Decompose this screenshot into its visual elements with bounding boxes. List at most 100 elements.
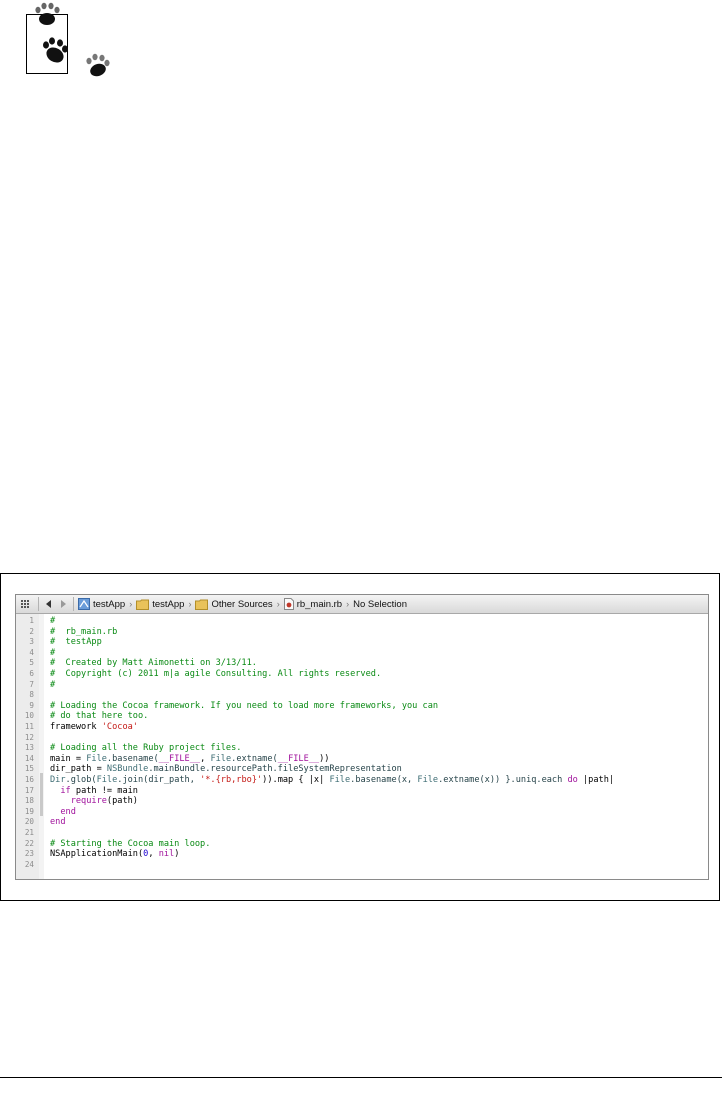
line-number: 4 [29, 647, 34, 657]
code-token: '*.{rb,rbo}' [200, 775, 263, 785]
breadcrumb-label: No Selection [353, 598, 407, 610]
line-source: # Copyright (c) 2011 m|a agile Consultin… [50, 669, 381, 680]
code-token: __FILE__ [158, 753, 201, 764]
breadcrumb-label: rb_main.rb [296, 598, 343, 610]
code-token: # [50, 679, 56, 690]
breadcrumb-group-other-sources[interactable]: Other Sources [194, 595, 273, 613]
related-items-icon[interactable] [20, 599, 30, 609]
line-number: 1 [29, 616, 34, 625]
code-line: 21 [16, 828, 708, 839]
line-number: 24 [24, 859, 34, 869]
folder-icon [136, 599, 150, 610]
code-token: ) [174, 849, 180, 860]
line-source: # rb_main.rb [50, 627, 117, 638]
code-line: 14 main = File.basename(__FILE__, File.ex… [16, 754, 708, 765]
code-token: Dir [50, 775, 66, 785]
breadcrumb-project[interactable]: testApp [77, 595, 126, 613]
line-source: # [50, 648, 55, 659]
code-line: 23 NSApplicationMain(0, nil) [16, 849, 708, 860]
code-token: .glob( [65, 775, 97, 785]
line-number: 14 [24, 753, 34, 763]
line-source: # Starting the Cocoa main loop. [50, 839, 210, 850]
line-source: # Loading all the Ruby project files. [50, 743, 241, 754]
xcode-project-icon [78, 598, 90, 610]
code-token: NSApplicationMain( [50, 849, 144, 860]
code-token: # testApp [50, 637, 102, 648]
breadcrumb-label: testApp [93, 598, 126, 610]
code-token: |path| [577, 775, 615, 785]
code-line: 13 # Loading all the Ruby project files. [16, 743, 708, 754]
line-number: 23 [24, 849, 34, 859]
line-number: 18 [24, 796, 34, 806]
line-source: main = File.basename(__FILE__, File.extn… [50, 754, 329, 765]
code-token: framework [50, 722, 102, 732]
code-token: , [200, 753, 211, 764]
line-number: 16 [24, 775, 34, 784]
jump-bar: testApp › testApp › Other Sources › rb_m… [16, 595, 708, 614]
code-line: 2 # rb_main.rb [16, 627, 708, 638]
back-arrow-icon[interactable] [42, 597, 56, 611]
breadcrumb-label: Other Sources [211, 598, 273, 610]
code-editor: testApp › testApp › Other Sources › rb_m… [15, 594, 709, 880]
line-source: end [50, 807, 76, 818]
code-token: # Created by Matt Aimonetti on 3/13/11. [50, 658, 257, 669]
line-source: # do that here too. [50, 711, 148, 722]
code-line: 4 # [16, 648, 708, 659]
breadcrumb-symbol[interactable]: No Selection [352, 595, 408, 613]
chevron-right-icon: › [276, 599, 280, 609]
code-token: # [50, 616, 56, 626]
line-source: end [50, 817, 66, 828]
code-token: end [60, 806, 76, 817]
code-token: # [50, 647, 56, 658]
line-number: 17 [24, 785, 34, 795]
code-line: 5 # Created by Matt Aimonetti on 3/13/11. [16, 658, 708, 669]
code-token: # Starting the Cocoa main loop. [50, 838, 211, 849]
code-line: 16 Dir.glob(File.join(dir_path, '*.{rb,rb… [16, 775, 708, 786]
line-source: # testApp [50, 637, 102, 648]
code-token: NSBundle [106, 764, 149, 775]
code-token: if [60, 785, 71, 796]
code-line: 24 [16, 860, 708, 871]
code-token: nil [158, 849, 175, 860]
line-source: # Created by Matt Aimonetti on 3/13/11. [50, 658, 257, 669]
breadcrumb-group-testapp[interactable]: testApp [135, 595, 185, 613]
line-source: require(path) [50, 796, 138, 807]
code-token: .mainBundle.resourcePath.fileSystemRepre… [148, 764, 402, 775]
code-line: 20 end [16, 817, 708, 828]
screenshot-figure: testApp › testApp › Other Sources › rb_m… [0, 573, 720, 901]
code-line: 17 if path != main [16, 786, 708, 797]
code-token: .extname(x)) }.uniq.each [438, 775, 568, 785]
page-footer-rule [0, 1077, 722, 1078]
code-token: File [210, 753, 232, 764]
code-token: end [50, 817, 66, 828]
line-number: 22 [24, 838, 34, 848]
line-source: # Loading the Cocoa framework. If you ne… [50, 701, 438, 712]
code-line: 8 [16, 690, 708, 701]
code-line: 10 # do that here too. [16, 711, 708, 722]
code-line: 6 # Copyright (c) 2011 m|a agile Consulti… [16, 669, 708, 680]
code-token: File [96, 775, 118, 785]
code-line: 11 framework 'Cocoa' [16, 722, 708, 733]
code-token: dir_path = [50, 764, 107, 775]
line-source: # [50, 616, 55, 627]
code-line: 22 # Starting the Cocoa main loop. [16, 839, 708, 850]
line-number: 21 [24, 828, 34, 837]
line-source: framework 'Cocoa' [50, 722, 138, 733]
code-token: .basename( [106, 753, 159, 764]
code-token: (path) [106, 796, 138, 807]
code-line: 15 dir_path = NSBundle.mainBundle.resourc… [16, 764, 708, 775]
breadcrumb-label: testApp [152, 598, 185, 610]
code-token: )) [319, 753, 330, 764]
raccoon-paw-icon [35, 2, 110, 77]
chevron-right-icon: › [188, 599, 192, 609]
code-token: 'Cocoa' [101, 722, 138, 732]
forward-arrow-icon[interactable] [56, 597, 70, 611]
code-area[interactable]: 1 #2 # rb_main.rb 3 # testApp 4 #5 # Created by… [16, 614, 708, 879]
line-number: 13 [24, 743, 34, 753]
code-line: 3 # testApp [16, 637, 708, 648]
code-line: 12 [16, 733, 708, 744]
code-token: require [70, 796, 107, 807]
breadcrumb-file[interactable]: rb_main.rb [283, 595, 343, 613]
